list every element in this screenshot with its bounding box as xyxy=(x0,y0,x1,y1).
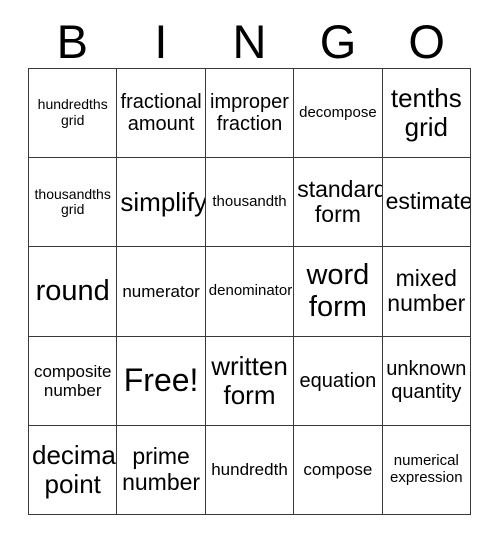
bingo-free-space-label: Free! xyxy=(123,361,199,398)
bingo-cell-r3c3[interactable]: denominator xyxy=(205,247,295,337)
bingo-cell-r1c3[interactable]: improper fraction xyxy=(205,69,295,159)
bingo-card: B I N G O hundredths grid fractional amo… xyxy=(0,0,500,544)
bingo-cell-r1c1[interactable]: hundredths grid xyxy=(29,69,118,159)
bingo-header-letter-i: I xyxy=(154,15,168,68)
bingo-cell-r5c3[interactable]: hundredth xyxy=(205,425,295,515)
bingo-cell-label: decompose xyxy=(299,103,377,121)
bingo-cell-r3c2[interactable]: numerator xyxy=(117,247,206,337)
bingo-cell-label: numerical expression xyxy=(390,452,463,486)
bingo-cell-r2c3[interactable]: thousandth xyxy=(205,158,295,248)
bingo-cell-label: thousandth xyxy=(212,192,287,210)
bingo-cell-r3c1[interactable]: round xyxy=(29,247,118,337)
bingo-cell-r4c3[interactable]: written form xyxy=(205,336,295,426)
bingo-cell-r5c5[interactable]: numerical expression xyxy=(382,425,471,515)
bingo-cell-r1c2[interactable]: fractional amount xyxy=(117,69,206,159)
bingo-cell-label: written form xyxy=(211,350,288,410)
bingo-cell-r2c1[interactable]: thousandths grid xyxy=(29,158,118,248)
bingo-cell-r4c5[interactable]: unknown quantity xyxy=(382,336,471,426)
bingo-cell-label: simplify xyxy=(120,186,206,217)
bingo-cell-label: estimate xyxy=(385,188,471,215)
bingo-cell-label: fractional amount xyxy=(120,90,202,136)
bingo-cell-r5c2[interactable]: prime number xyxy=(117,425,206,515)
bingo-cell-label: denominator xyxy=(208,282,293,300)
bingo-header-letter-g: G xyxy=(319,15,357,68)
bingo-cell-r2c5[interactable]: estimate xyxy=(382,158,471,248)
bingo-cell-label: prime number xyxy=(122,443,201,495)
bingo-cell-label: hundredth xyxy=(211,460,288,480)
bingo-cell-label: unknown quantity xyxy=(386,358,467,403)
bingo-cell-label: composite number xyxy=(33,361,112,400)
bingo-cell-r5c1[interactable]: decimal point xyxy=(29,425,118,515)
bingo-header-row: B I N G O xyxy=(28,16,471,68)
bingo-cell-label: compose xyxy=(303,460,373,480)
bingo-cell-r4c4[interactable]: equation xyxy=(294,336,383,426)
bingo-cell-label: hundredths grid xyxy=(37,96,108,129)
bingo-cell-label: equation xyxy=(299,369,377,392)
bingo-cell-r5c4[interactable]: compose xyxy=(294,425,383,515)
bingo-cell-label: tenths grid xyxy=(390,82,462,143)
bingo-cell-r1c4[interactable]: decompose xyxy=(294,69,383,159)
bingo-cell-r3c5[interactable]: mixed number xyxy=(382,247,471,337)
bingo-cell-r4c1[interactable]: composite number xyxy=(29,336,118,426)
bingo-header-letter-b: B xyxy=(56,15,88,68)
bingo-cell-r3c4[interactable]: word form xyxy=(294,247,383,337)
bingo-cell-r1c5[interactable]: tenths grid xyxy=(382,69,471,159)
bingo-cell-label: round xyxy=(35,275,110,308)
bingo-cell-label: improper fraction xyxy=(210,90,289,136)
bingo-cell-label: thousandths grid xyxy=(34,185,111,218)
bingo-cell-r2c2[interactable]: simplify xyxy=(117,158,206,248)
bingo-cell-label: standard form xyxy=(297,175,383,228)
bingo-header-letter-n: N xyxy=(232,15,267,68)
bingo-grid: hundredths grid fractional amount improp… xyxy=(28,68,471,515)
bingo-cell-label: numerator xyxy=(122,281,200,301)
bingo-cell-label: decimal point xyxy=(32,439,118,499)
bingo-header-letter-o: O xyxy=(408,15,445,68)
bingo-cell-r2c4[interactable]: standard form xyxy=(294,158,383,248)
bingo-cell-free-space[interactable]: Free! xyxy=(117,336,206,426)
bingo-cell-label: mixed number xyxy=(387,264,466,317)
bingo-cell-label: word form xyxy=(306,259,370,324)
